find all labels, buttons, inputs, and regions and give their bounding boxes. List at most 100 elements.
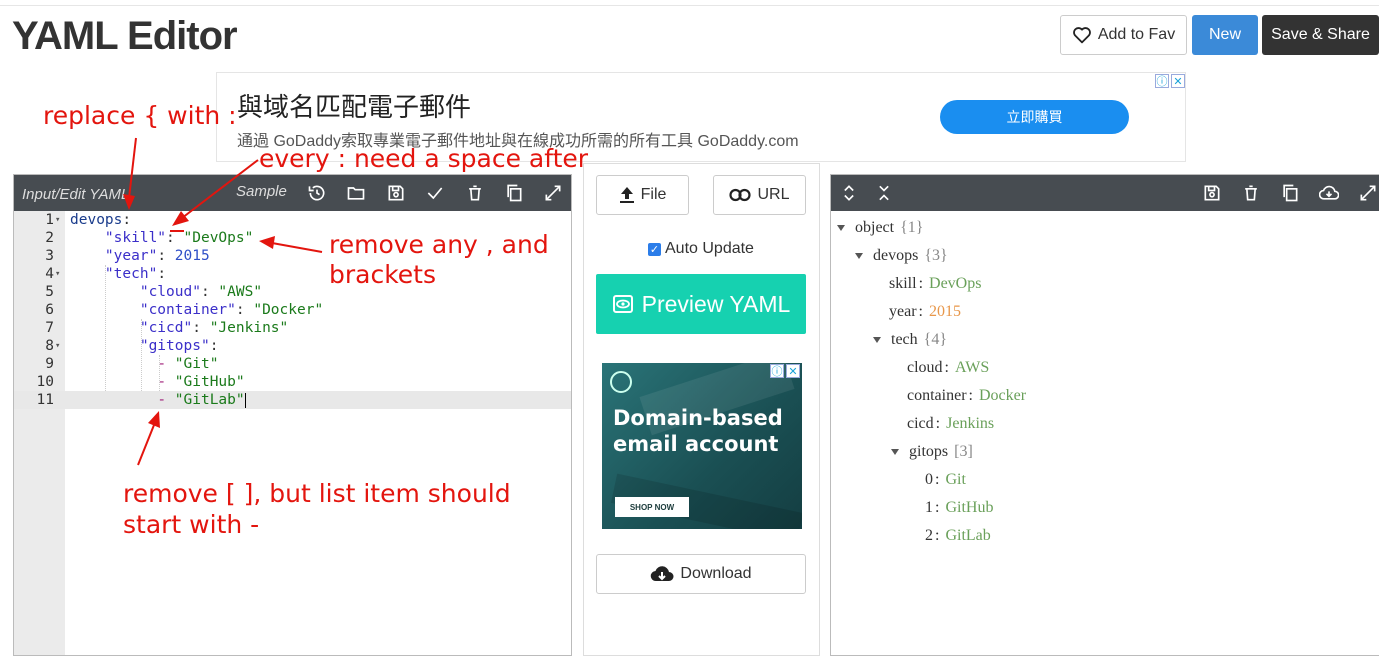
delete-icon[interactable]: [1240, 182, 1262, 204]
collapse-all-icon[interactable]: [873, 182, 895, 204]
add-to-fav-label: Add to Fav: [1097, 26, 1176, 43]
yaml-key: "container": [139, 302, 236, 318]
url-button[interactable]: URL: [713, 175, 806, 215]
tree-toolbar: [831, 175, 1379, 211]
ad-logo-icon: [610, 371, 632, 393]
expand-arrow-icon[interactable]: [855, 253, 863, 260]
code-line[interactable]: 10 - "GitHub": [14, 373, 571, 391]
heart-icon: [1072, 27, 1091, 44]
tree-key: cloud: [907, 359, 943, 376]
fold-arrow-icon[interactable]: ▾: [55, 211, 60, 229]
tree-value: Git: [945, 471, 966, 488]
line-number: 8: [45, 338, 54, 354]
cloud-download-icon[interactable]: [1318, 182, 1340, 204]
fullscreen-icon[interactable]: [1357, 182, 1379, 204]
tree-key: object: [855, 219, 895, 236]
ad-info-icon[interactable]: ⓘ: [770, 364, 784, 378]
tree-node-item[interactable]: 2: GitLab: [925, 527, 991, 545]
ad-close-icon[interactable]: ✕: [786, 364, 800, 378]
tree-value: Jenkins: [946, 415, 995, 432]
ad-shop-now-button[interactable]: SHOP NOW: [615, 497, 689, 517]
save-icon[interactable]: [1201, 182, 1223, 204]
tree-view-panel: object {1} devops {3} skill: DevOps year:20…: [830, 174, 1379, 656]
yaml-value: "AWS": [218, 284, 263, 300]
side-advertisement[interactable]: Domain-based email account SHOP NOW ⓘ ✕: [602, 363, 802, 529]
new-button[interactable]: New: [1192, 15, 1258, 55]
expand-all-icon[interactable]: [838, 182, 860, 204]
preview-yaml-label: Preview YAML: [641, 290, 791, 317]
code-line[interactable]: 6 "container": "Docker": [14, 301, 571, 319]
yaml-key: devops: [70, 212, 123, 228]
tree-value: GitLab: [945, 527, 991, 544]
copy-icon[interactable]: [1279, 182, 1301, 204]
code-line[interactable]: 7 "cicd": "Jenkins": [14, 319, 571, 337]
tree-node-object[interactable]: object {1}: [837, 219, 923, 237]
ad-choices[interactable]: ⓘ ✕: [1155, 74, 1185, 88]
line-number: 10: [36, 374, 54, 390]
editor-title: Input/Edit YAML: [22, 186, 130, 203]
tree-key: year: [889, 303, 917, 320]
code-area[interactable]: 1 ▾ devops: 2 "skill": "DevOps" 3 "year": …: [14, 211, 571, 655]
add-to-fav-button[interactable]: Add to Fav: [1060, 15, 1187, 55]
yaml-key: "tech": [104, 266, 158, 282]
expand-arrow-icon[interactable]: [873, 337, 881, 344]
code-line[interactable]: 5 "cloud": "AWS": [14, 283, 571, 301]
code-line[interactable]: 1 ▾ devops:: [14, 211, 571, 229]
delete-icon[interactable]: [464, 182, 486, 204]
line-number: 9: [45, 356, 54, 372]
ad-buy-button[interactable]: 立即購買: [940, 100, 1129, 134]
line-number: 2: [45, 230, 54, 246]
ad-headline: Domain-based email account: [613, 406, 783, 456]
fullscreen-icon[interactable]: [542, 182, 564, 204]
copy-icon[interactable]: [503, 182, 525, 204]
download-button[interactable]: Download: [596, 554, 806, 594]
preview-yaml-button[interactable]: Preview YAML: [596, 274, 806, 334]
yaml-key: "skill": [104, 230, 167, 246]
tree-key: 2: [925, 527, 933, 544]
line-number: 5: [45, 284, 54, 300]
url-button-label: URL: [757, 186, 790, 203]
expand-arrow-icon[interactable]: [891, 449, 899, 456]
file-button[interactable]: File: [596, 175, 689, 215]
code-line-active[interactable]: 11 - "GitLab": [14, 391, 571, 409]
open-folder-icon[interactable]: [345, 182, 367, 204]
annotation-remove-list-brackets-line2: start with -: [123, 510, 260, 539]
tree-node-gitops[interactable]: gitops [3]: [891, 443, 973, 461]
fold-arrow-icon[interactable]: ▾: [55, 265, 60, 283]
eye-icon: [612, 295, 633, 313]
history-icon[interactable]: [306, 182, 328, 204]
sample-button[interactable]: Sample: [236, 183, 287, 200]
annotation-remove-comma-line1: remove any , and: [329, 230, 549, 259]
fold-arrow-icon[interactable]: ▾: [55, 337, 60, 355]
save-share-button[interactable]: Save & Share: [1262, 15, 1379, 55]
tree-value: AWS: [955, 359, 990, 376]
auto-update-toggle[interactable]: ✓ Auto Update: [648, 240, 754, 258]
code-line[interactable]: 8 ▾ "gitops":: [14, 337, 571, 355]
tree-node-item[interactable]: 0: Git: [925, 471, 966, 489]
ad-headline: 與域名匹配電子郵件: [237, 92, 472, 122]
tree-node-item[interactable]: 1: GitHub: [925, 499, 993, 517]
tree-node-tech[interactable]: tech {4}: [873, 331, 947, 349]
tree-node-year[interactable]: year:2015: [889, 303, 961, 321]
yaml-key: "gitops": [139, 338, 210, 354]
tree-node-devops[interactable]: devops {3}: [855, 247, 948, 265]
save-icon[interactable]: [385, 182, 407, 204]
download-label: Download: [680, 565, 752, 582]
yaml-key: "year": [104, 248, 158, 264]
ad-choices[interactable]: ⓘ ✕: [770, 364, 800, 378]
yaml-key: "cloud": [139, 284, 201, 300]
code-line[interactable]: 9 - "Git": [14, 355, 571, 373]
tree-node-skill[interactable]: skill: DevOps: [889, 275, 981, 293]
annotation-replace-brace: replace { with :: [43, 101, 237, 130]
code-line[interactable]: 4 ▾ "tech":: [14, 265, 571, 283]
expand-arrow-icon[interactable]: [837, 225, 845, 232]
tree-node-cloud[interactable]: cloud: AWS: [907, 359, 989, 377]
ad-info-icon[interactable]: ⓘ: [1155, 74, 1169, 88]
line-number: 11: [36, 392, 54, 408]
auto-update-checkbox[interactable]: ✓: [648, 242, 661, 256]
tree-node-container[interactable]: container: Docker: [907, 387, 1026, 405]
validate-check-icon[interactable]: [424, 182, 446, 204]
tree-node-cicd[interactable]: cicd: Jenkins: [907, 415, 994, 433]
ad-close-icon[interactable]: ✕: [1171, 74, 1185, 88]
auto-update-label: Auto Update: [665, 240, 754, 257]
